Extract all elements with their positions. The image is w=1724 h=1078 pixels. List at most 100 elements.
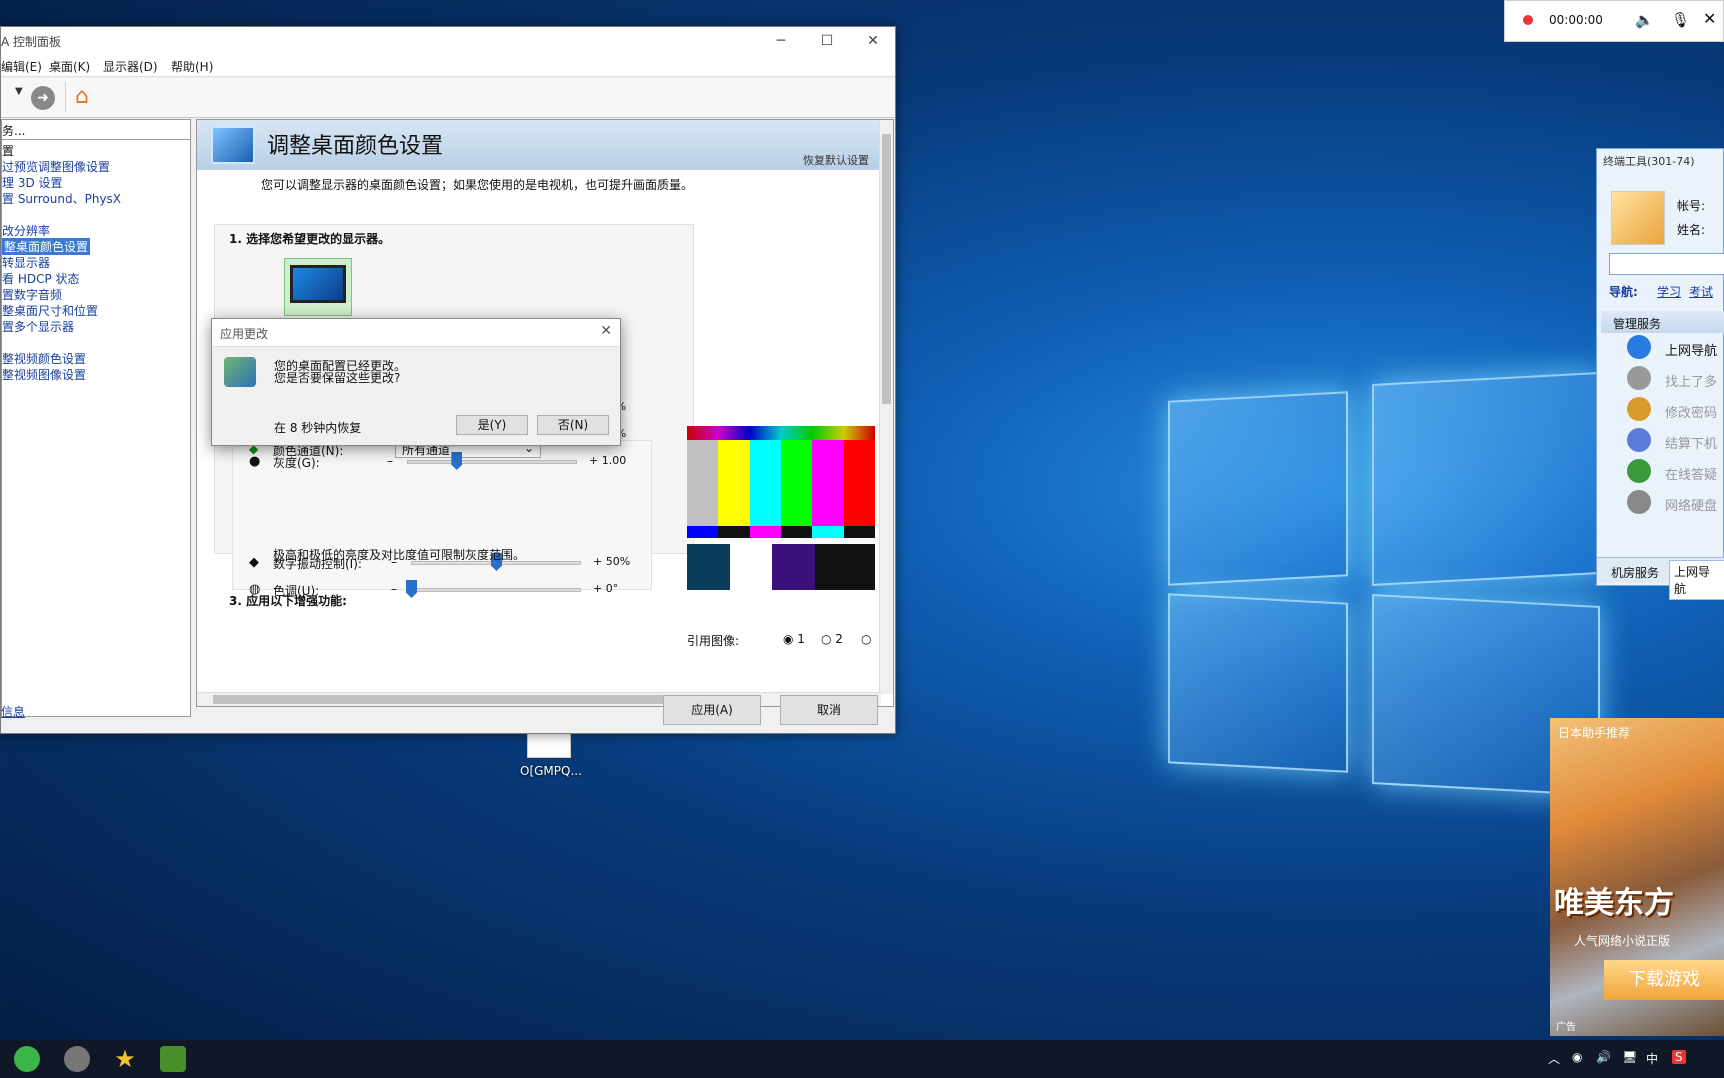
nav-link-exam[interactable]: 考试 <box>1689 283 1713 300</box>
tab-web-nav[interactable]: 上网导航 <box>1669 560 1724 600</box>
side-item[interactable]: 网络硬盘 <box>1665 495 1717 514</box>
reference-image <box>687 426 876 592</box>
tree-item-video-color[interactable]: 整视频颜色设置 <box>2 350 86 367</box>
side-item-icon <box>1627 335 1651 359</box>
gamma-decrease[interactable]: – <box>387 454 393 468</box>
hue-decrease[interactable]: – <box>391 582 397 596</box>
side-item-icon <box>1627 366 1651 390</box>
forward-icon[interactable]: ➜ <box>31 86 55 110</box>
ref-radio-3[interactable]: ○ <box>861 632 871 646</box>
vertical-scrollbar[interactable] <box>879 120 893 694</box>
tray-sogou-icon[interactable]: S <box>1672 1050 1686 1064</box>
user-avatar <box>1611 191 1665 245</box>
side-item-icon <box>1627 490 1651 514</box>
range-note: 极高和极低的亮度及对比度值可限制灰度范围。 <box>273 548 526 562</box>
toolbar: ▼ ➜ ⌂ <box>1 78 895 118</box>
hue-slider-thumb[interactable] <box>406 580 417 598</box>
bottom-bars <box>687 526 875 538</box>
task-tree: 务... 置 过预览调整图像设置 理 3D 设置 置 Surround、Phys… <box>1 119 191 717</box>
display-config-icon <box>224 357 256 387</box>
home-icon[interactable]: ⌂ <box>75 84 89 109</box>
tree-item-rotate-display[interactable]: 转显示器 <box>2 254 50 271</box>
side-item[interactable]: 修改密码 <box>1665 402 1717 421</box>
name-label: 姓名: <box>1677 223 1706 237</box>
cancel-button[interactable]: 取消 <box>780 695 878 725</box>
game-advertisement[interactable]: 日本助手推荐 唯美东方 人气网络小说正版 下载游戏 广告 <box>1550 718 1724 1036</box>
tree-item-desktop-color[interactable]: 整桌面颜色设置 <box>2 238 91 255</box>
desktop-icon-label: O[GMPQ... <box>520 764 582 778</box>
tree-item-video-image[interactable]: 整视频图像设置 <box>2 366 86 383</box>
taskbar-star-icon[interactable]: ★ <box>112 1046 138 1072</box>
maximize-button[interactable]: ☐ <box>807 29 847 53</box>
menu-help[interactable]: 帮助(H) <box>171 58 213 75</box>
tray-ime-label[interactable]: 中 <box>1646 1050 1658 1067</box>
apply-button[interactable]: 应用(A) <box>663 695 761 725</box>
menu-display[interactable]: 显示器(D) <box>103 58 158 75</box>
dialog-close-icon[interactable]: ✕ <box>600 323 612 339</box>
taskbar-nvidia-icon[interactable] <box>160 1046 186 1072</box>
tree-item-multiple-displays[interactable]: 置多个显示器 <box>2 318 74 335</box>
ref-radio-1[interactable]: ◉ 1 <box>783 632 805 646</box>
tree-item-resolution[interactable]: 改分辨率 <box>2 222 50 239</box>
side-item[interactable]: 在线答疑 <box>1665 464 1717 483</box>
ref-radio-2[interactable]: ○ 2 <box>821 632 843 646</box>
gamma-slider-track[interactable] <box>407 460 577 464</box>
side-item[interactable]: 上网导航 <box>1665 340 1717 359</box>
side-item-icon <box>1627 428 1651 452</box>
no-button[interactable]: 否(N) <box>537 415 609 435</box>
menu-desktop[interactable]: 桌面(K) <box>49 58 90 75</box>
tree-item-manage-3d[interactable]: 理 3D 设置 <box>2 174 63 191</box>
side-item[interactable]: 结算下机 <box>1665 433 1717 452</box>
step1-heading: 1. 选择您希望更改的显示器。 <box>229 232 391 246</box>
page-banner: 调整桌面颜色设置 恢复默认设置 <box>197 120 881 170</box>
side-tabs: 机房服务 上网导航 <box>1597 557 1724 600</box>
tree-item-digital-audio[interactable]: 置数字音频 <box>2 286 62 303</box>
tab-lab-services[interactable]: 机房服务 <box>1611 564 1659 581</box>
tree-item-desktop-size[interactable]: 整桌面尺寸和位置 <box>2 302 98 319</box>
taskbar: ★ ︿ ◉ 🔊 🖥 中 S <box>0 1040 1724 1078</box>
desktop-color-icon <box>211 126 255 164</box>
tree-item-preview-image[interactable]: 过预览调整图像设置 <box>2 158 110 175</box>
taskbar-app-avatar-icon[interactable] <box>64 1046 90 1072</box>
tree-item-hdcp[interactable]: 看 HDCP 状态 <box>2 270 80 287</box>
tray-app-icon[interactable]: ◉ <box>1572 1050 1582 1064</box>
hue-slider-track[interactable] <box>411 588 581 592</box>
download-game-button[interactable]: 下载游戏 <box>1604 960 1724 1000</box>
speaker-icon[interactable]: 🔈 <box>1635 11 1654 29</box>
tree-item-surround-physx[interactable]: 置 Surround、PhysX <box>2 190 121 207</box>
window-title: A 控制面板 <box>1 35 62 49</box>
monitor-icon <box>290 265 346 303</box>
section-header: 管理服务 <box>1601 311 1724 333</box>
screen-recorder-bar: 00:00:00 🔈 🎙 ✕ <box>1504 0 1724 42</box>
close-button[interactable]: ✕ <box>853 29 893 53</box>
microphone-icon[interactable]: 🎙 <box>1671 11 1690 29</box>
nav-link-study[interactable]: 学习 <box>1657 283 1681 300</box>
minimize-button[interactable]: ─ <box>761 29 801 53</box>
tray-volume-icon[interactable]: 🔊 <box>1596 1050 1611 1064</box>
system-info-link[interactable]: 信息 <box>1 703 25 720</box>
menu-edit[interactable]: 编辑(E) <box>1 58 42 75</box>
side-input[interactable] <box>1609 253 1724 275</box>
tray-expand-icon[interactable]: ︿ <box>1548 1050 1560 1067</box>
side-title: 终端工具(301-74) <box>1603 155 1695 168</box>
close-recorder-icon[interactable]: ✕ <box>1703 9 1716 28</box>
title-bar: A 控制面板 ─ ☐ ✕ <box>1 27 895 55</box>
gamma-label: 灰度(G): <box>273 456 320 470</box>
ad-title: 唯美东方 <box>1554 886 1674 921</box>
side-item[interactable]: 找上了多 <box>1665 371 1717 390</box>
pluge-bars <box>687 544 876 590</box>
account-label: 帐号: <box>1677 199 1706 213</box>
color-bars <box>687 440 875 526</box>
monitor-select[interactable] <box>284 258 352 316</box>
revert-countdown: 在 8 秒钟内恢复 <box>274 421 362 435</box>
tree-category-3d[interactable]: 置 <box>2 142 14 159</box>
taskbar-app-green-icon[interactable] <box>14 1046 40 1072</box>
scroll-thumb[interactable] <box>882 134 891 404</box>
restore-defaults-link[interactable]: 恢复默认设置 <box>803 152 869 168</box>
side-item-icon <box>1627 397 1651 421</box>
tray-network-icon[interactable]: 🖥 <box>1622 1050 1637 1064</box>
reference-image-label: 引用图像: <box>687 634 740 648</box>
horizontal-scrollbar[interactable] <box>197 692 881 706</box>
yes-button[interactable]: 是(Y) <box>456 415 528 435</box>
dropdown-arrow-icon[interactable]: ▼ <box>15 86 23 97</box>
